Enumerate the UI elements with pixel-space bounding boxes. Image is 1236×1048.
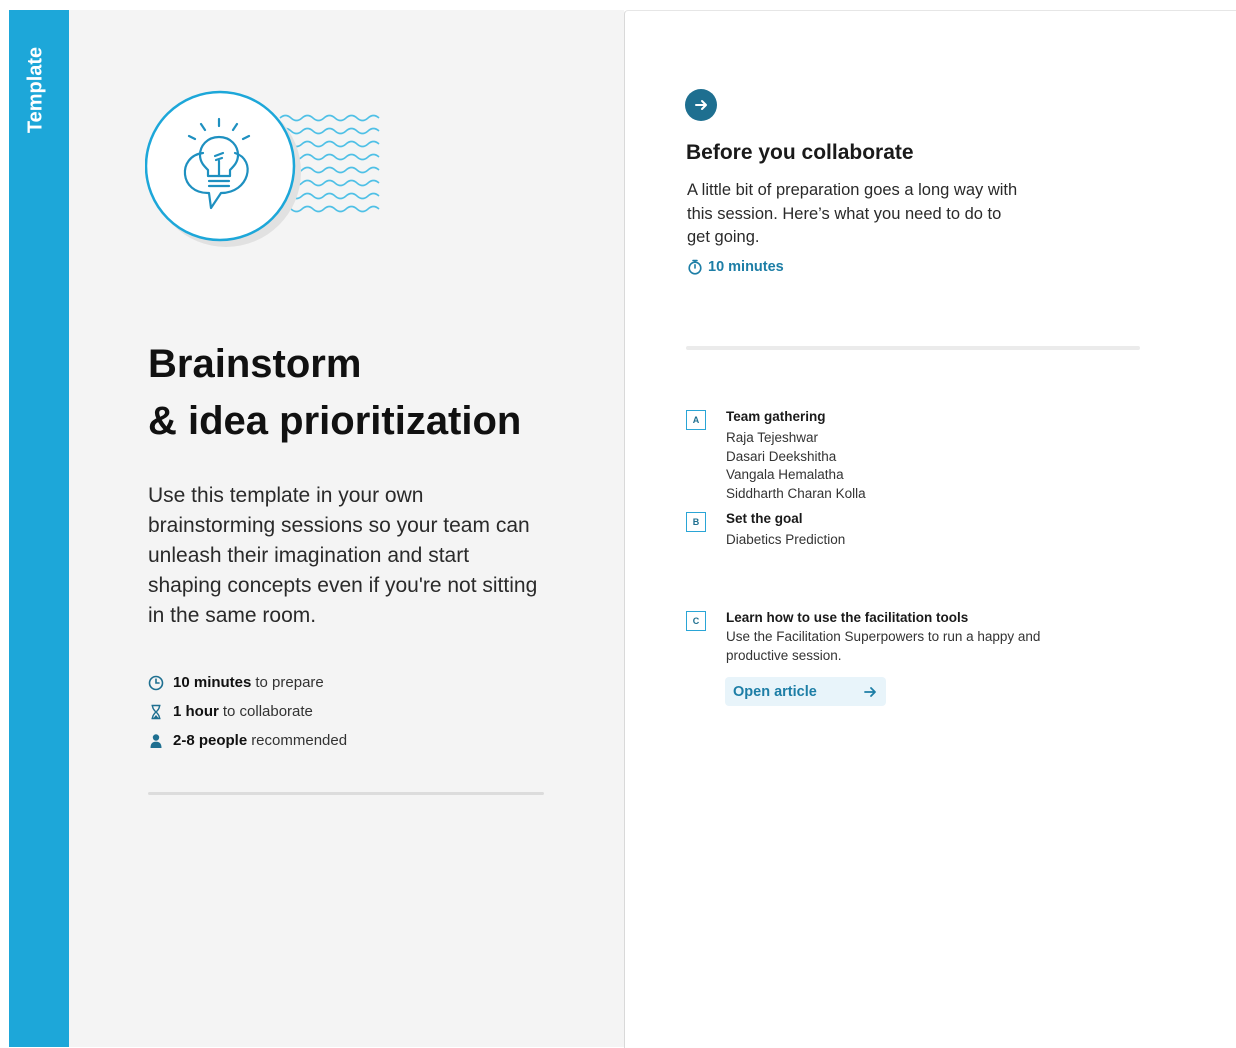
stat-text: to collaborate <box>222 703 313 720</box>
stat-bold: 10 minutes <box>173 674 252 691</box>
stat-bold: 1 hour <box>173 703 219 720</box>
step-body: Learn how to use the facilitation tools … <box>726 608 1086 665</box>
page-title-line-2: & idea prioritization <box>148 399 522 443</box>
intro-divider <box>148 792 544 795</box>
step-line: Dasari Deekshitha <box>726 448 837 464</box>
arrow-right-icon <box>695 100 707 110</box>
stat-text: to prepare <box>255 674 324 691</box>
step-letter-b: B <box>686 512 706 532</box>
step-title: Set the goal <box>726 511 803 526</box>
step-line: productive session. <box>726 647 842 663</box>
prep-duration: 10 minutes <box>687 259 784 275</box>
step-title: Learn how to use the facilitation tools <box>726 610 969 625</box>
stat-collaborate-time: 1 hour to collaborate <box>148 697 347 726</box>
stopwatch-icon <box>688 259 702 275</box>
intro-description: Use this template in your own brainstorm… <box>148 484 538 627</box>
stat-text: recommended <box>251 732 348 749</box>
step-letter-c: C <box>686 611 706 631</box>
step-line: Raja Tejeshwar <box>726 430 819 445</box>
open-article-button[interactable]: Open article <box>725 677 886 706</box>
step-line: Use the Facilitation Superpowers to run … <box>726 629 1041 644</box>
session-stats: 10 minutes to prepare 1 hour to collabor… <box>148 668 347 755</box>
template-tab-label: Template <box>24 46 47 134</box>
step-line: Siddharth Charan Kolla <box>726 485 866 501</box>
step-body: Team gathering Raja Tejeshwar Dasari Dee… <box>726 407 1086 503</box>
stat-people: 2-8 people recommended <box>148 726 347 755</box>
step-title: Team gathering <box>726 409 826 424</box>
arrow-right-icon <box>864 686 876 697</box>
stat-bold: 2-8 people <box>173 732 248 749</box>
step-line: Diabetics Prediction <box>726 532 846 547</box>
page-title: Brainstorm & idea prioritization <box>148 336 521 450</box>
lightbulb-illustration <box>145 90 380 247</box>
hourglass-icon <box>151 704 161 719</box>
step-letter-a: A <box>686 410 706 430</box>
person-icon <box>150 733 162 748</box>
prep-divider <box>686 346 1140 350</box>
prep-description: A little bit of preparation goes a long … <box>687 181 1018 246</box>
step-line: Vangala Hemalatha <box>726 467 844 482</box>
page-title-line-1: Brainstorm <box>148 342 362 386</box>
arrow-right-badge <box>685 89 717 121</box>
stat-prepare-time: 10 minutes to prepare <box>148 668 347 697</box>
prep-duration-label: 10 minutes <box>708 259 784 275</box>
template-tab-strip <box>9 10 69 1047</box>
prep-title: Before you collaborate <box>686 141 914 164</box>
clock-icon <box>148 675 164 690</box>
step-body: Set the goal Diabetics Prediction <box>726 509 1086 550</box>
open-article-label: Open article <box>733 683 817 700</box>
